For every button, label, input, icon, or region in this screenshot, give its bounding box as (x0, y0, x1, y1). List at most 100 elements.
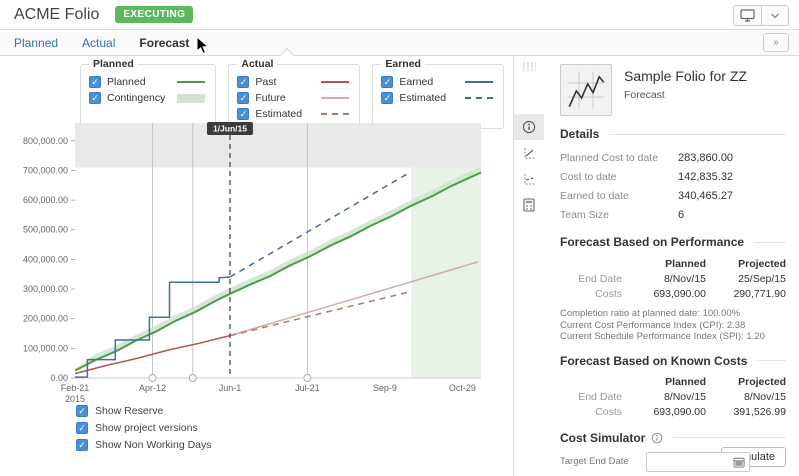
details-value: 6 (678, 209, 684, 221)
column-header: Planned (626, 256, 706, 271)
panel-tab-performance-forecast[interactable] (514, 140, 544, 166)
calendar-icon[interactable] (733, 456, 745, 468)
chevron-down-icon (770, 12, 780, 20)
row-label: Costs (560, 286, 626, 301)
table-row: Costs693,090.00391,526.99 (560, 405, 786, 420)
checkbox[interactable]: ✓ (237, 92, 249, 104)
row-label: End Date (560, 271, 626, 286)
chart-text: 0.00 (50, 373, 68, 383)
chart-text: 700,000.00 (23, 165, 68, 175)
monitor-icon (740, 9, 755, 22)
chart-text: 400,000.00 (23, 254, 68, 264)
page-title: ACME Folio (14, 6, 99, 24)
checkbox[interactable]: ✓ (76, 422, 88, 434)
details-label: Planned Cost to date (560, 152, 678, 164)
checkbox[interactable]: ✓ (76, 439, 88, 451)
legend-item: ✓ Earned (381, 74, 493, 90)
panel-tab-cost-simulator[interactable] (514, 192, 544, 218)
forecast-chart-area: Planned✓Planned✓ContingencyActual✓Past✓F… (0, 56, 513, 476)
drag-handle[interactable] (514, 58, 544, 74)
chart-text: 300,000.00 (23, 284, 68, 294)
projected-value: 25/Sep/15 (706, 271, 786, 286)
forecast-chart: 0.00100,000.00200,000.00300,000.00400,00… (0, 118, 513, 402)
legend-item-label: Contingency (107, 92, 171, 104)
display-mode-button[interactable] (733, 5, 761, 26)
known-costs-section-header: Forecast Based on Known Costs (560, 354, 786, 368)
top-bar: ACME Folio EXECUTING (0, 0, 799, 30)
planned-value: 8/Nov/15 (626, 271, 706, 286)
tab-planned[interactable]: Planned (14, 36, 58, 50)
projected-value: 290,771.90 (706, 286, 786, 301)
chart-text: Feb-21 (61, 383, 90, 393)
chart-option: ✓Show project versions (76, 419, 212, 436)
checkbox[interactable]: ✓ (237, 76, 249, 88)
collapse-header-button[interactable] (761, 5, 789, 26)
performance-note: Current Cost Performance Index (CPI): 2.… (560, 320, 786, 332)
target-end-date-label: Target End Date (560, 456, 646, 467)
projected-value: 391,526.99 (706, 405, 786, 420)
target-end-date-input[interactable] (646, 452, 750, 472)
legend-group-title: Actual (237, 58, 277, 70)
legend-item: ✓Planned (89, 74, 205, 90)
chart-text: 800,000.00 (23, 136, 68, 146)
legend-item-label: Estimated (399, 92, 459, 104)
expand-panel-button[interactable]: » (763, 33, 789, 52)
checkbox[interactable]: ✓ (76, 405, 88, 417)
legend-swatch-fill (177, 94, 205, 103)
planned-value: 693,090.00 (626, 286, 706, 301)
details-label: Cost to date (560, 171, 678, 183)
project-version-marker[interactable] (189, 375, 196, 382)
performance-table: PlannedProjectedEnd Date8/Nov/1525/Sep/1… (560, 256, 786, 301)
details-row: Team Size6 (560, 205, 786, 224)
chart-thumbnail-icon (564, 68, 608, 112)
known-costs-table: PlannedProjectedEnd Date8/Nov/158/Nov/15… (560, 375, 786, 420)
checkbox[interactable]: ✓ (381, 76, 393, 88)
table-corner (560, 256, 626, 271)
details-row: Cost to date142,835.32 (560, 167, 786, 186)
info-icon[interactable] (651, 432, 663, 444)
folio-subtitle: Forecast (624, 89, 747, 101)
details-section-header: Details (560, 127, 786, 141)
tab-actual[interactable]: Actual (82, 36, 115, 50)
legend-swatch-line (321, 81, 349, 83)
checkbox[interactable]: ✓ (89, 92, 101, 104)
project-version-marker[interactable] (149, 375, 156, 382)
legend-swatch-line (465, 81, 493, 83)
legend-swatch-dashed (465, 97, 493, 99)
tab-forecast[interactable]: Forecast (139, 36, 189, 50)
topbar-actions (733, 5, 789, 26)
panel-tab-details[interactable] (514, 114, 544, 140)
details-label: Team Size (560, 209, 678, 221)
chart-text: Sep-9 (373, 383, 397, 393)
table-header-row: PlannedProjected (560, 256, 786, 271)
chart-text: 500,000.00 (23, 225, 68, 235)
legend-item: ✓Future (237, 90, 349, 106)
series-earned-estimated (230, 173, 410, 278)
chart-wrap: 0.00100,000.00200,000.00300,000.00400,00… (0, 118, 513, 407)
checkbox[interactable]: ✓ (381, 92, 393, 104)
column-header: Planned (626, 375, 706, 390)
legend-swatch-line (321, 97, 349, 99)
performance-note: Completion ratio at planned date: 100.00… (560, 308, 786, 320)
table-row: End Date8/Nov/158/Nov/15 (560, 390, 786, 405)
project-version-marker[interactable] (304, 375, 311, 382)
calculator-icon (523, 198, 535, 212)
table-row: Costs693,090.00290,771.90 (560, 286, 786, 301)
chart-text: 1/Jun/15 (213, 124, 247, 134)
panel-tab-known-costs-forecast[interactable] (514, 166, 544, 192)
row-label: End Date (560, 390, 626, 405)
chart-text: Oct-29 (449, 383, 476, 393)
legend-item-label: Past (255, 76, 315, 88)
checkbox[interactable]: ✓ (89, 76, 101, 88)
chart-text: 2015 (65, 394, 85, 402)
planned-value: 693,090.00 (626, 405, 706, 420)
panel-icon-strip (514, 56, 544, 476)
legend-item: ✓ Estimated (381, 90, 493, 106)
details-value: 283,860.00 (678, 152, 733, 164)
performance-notes: Completion ratio at planned date: 100.00… (560, 308, 786, 343)
legend-item: ✓ Contingency (89, 90, 205, 106)
chart-text: 100,000.00 (23, 343, 68, 353)
chart-option-label: Show Non Working Days (95, 439, 212, 451)
legend-item-label: Earned (399, 76, 459, 88)
panel-content: Sample Folio for ZZ Forecast Details Pla… (544, 56, 799, 476)
